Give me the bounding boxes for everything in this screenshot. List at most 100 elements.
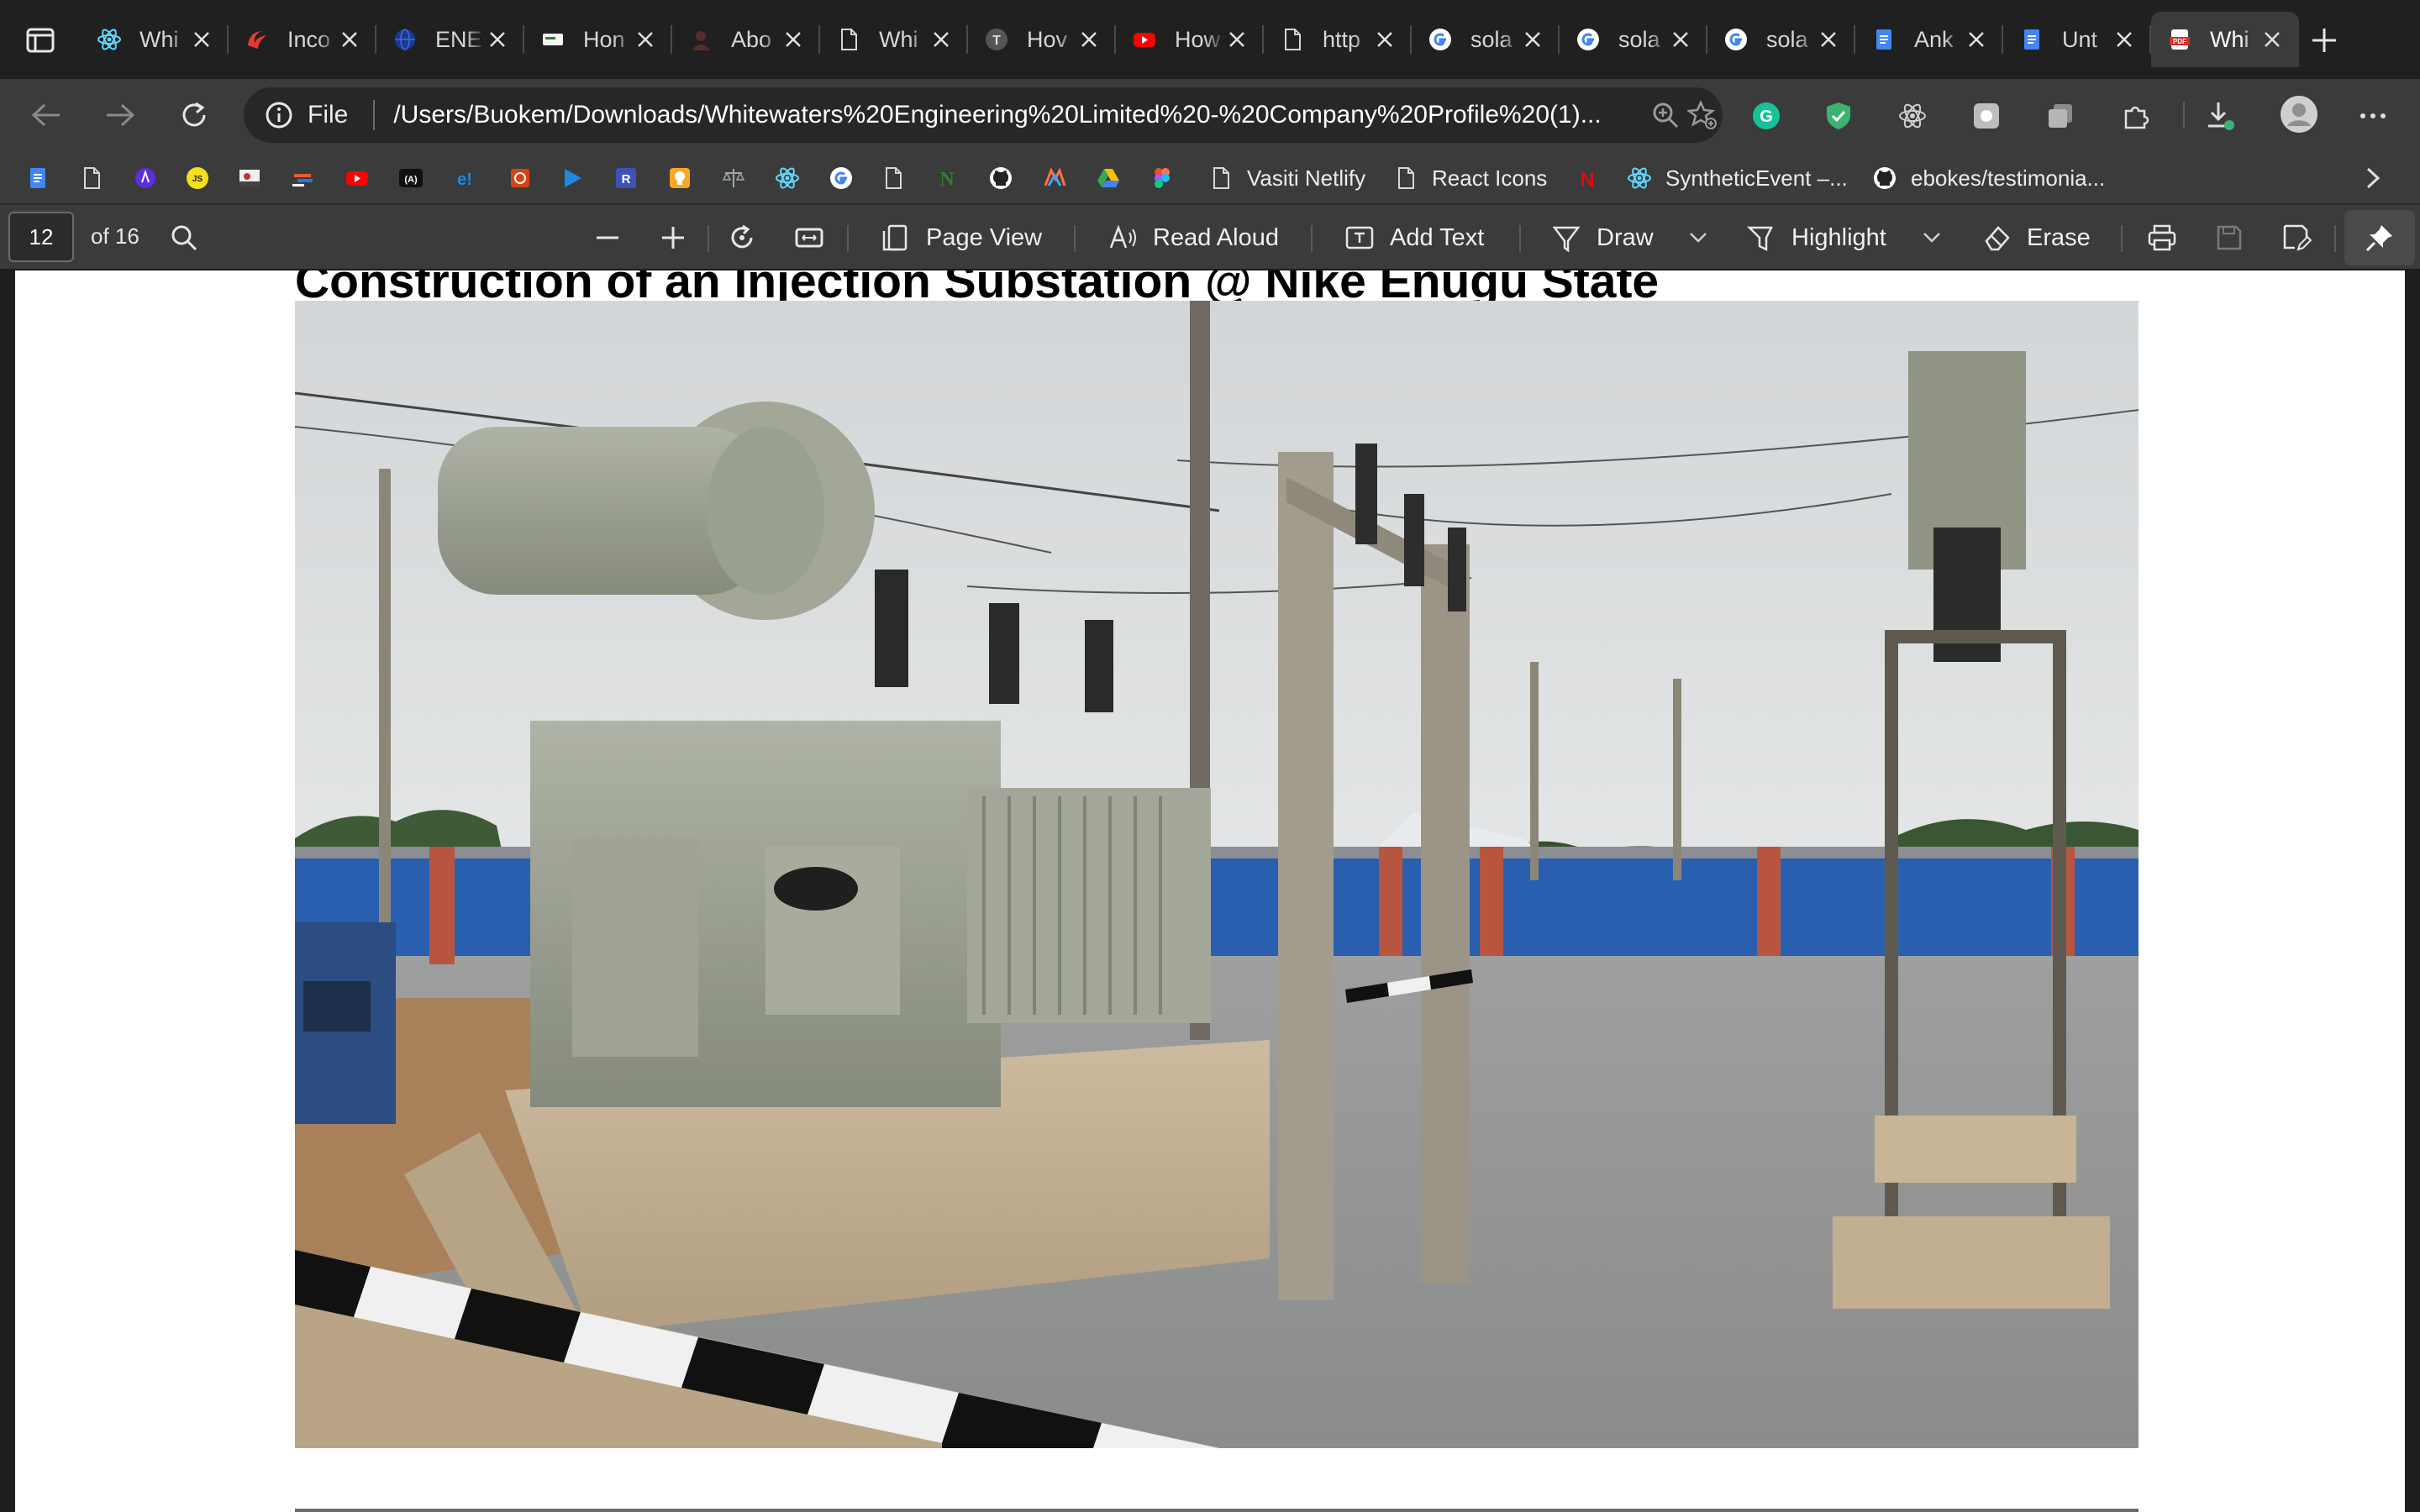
browser-tab[interactable]: Ank xyxy=(1855,12,2003,67)
page-number-input[interactable]: 12 xyxy=(8,212,74,262)
draw-options-chevron-down-icon[interactable] xyxy=(1686,225,1711,250)
close-icon[interactable] xyxy=(1965,28,1988,51)
react-devtools-extension-icon[interactable] xyxy=(1894,97,1931,134)
close-icon[interactable] xyxy=(781,28,805,51)
downloads-icon[interactable] xyxy=(2202,97,2238,134)
bookmark-item[interactable]: N xyxy=(933,163,961,193)
draw-button[interactable]: Draw xyxy=(1549,217,1654,259)
tab-title: Inco xyxy=(287,26,331,52)
bookmark-item[interactable]: JS xyxy=(183,163,212,193)
browser-tab[interactable]: How xyxy=(1116,12,1264,67)
close-icon[interactable] xyxy=(634,28,657,51)
youtube-icon xyxy=(1131,26,1158,53)
pdf-viewport[interactable]: Construction of an Injection Substation … xyxy=(0,270,2420,1512)
fit-to-page-icon[interactable] xyxy=(792,220,827,255)
read-aloud-label: Read Aloud xyxy=(1153,223,1279,251)
save-as-icon[interactable] xyxy=(2279,220,2314,255)
forward-button[interactable] xyxy=(101,96,139,134)
close-icon[interactable] xyxy=(1225,28,1249,51)
bookmark-item[interactable] xyxy=(773,163,802,193)
bookmark-item[interactable]: Vasiti Netlify xyxy=(1207,163,1365,193)
close-icon[interactable] xyxy=(338,28,361,51)
print-icon[interactable] xyxy=(2144,220,2180,255)
extensions-puzzle-icon[interactable] xyxy=(2118,97,2154,134)
tab-actions-button[interactable] xyxy=(20,24,60,57)
zoom-out-icon[interactable] xyxy=(590,220,625,255)
save-icon[interactable] xyxy=(2212,220,2247,255)
bookmarks-overflow-chevron[interactable] xyxy=(2363,163,2383,193)
browser-tab[interactable]: PDF Whi xyxy=(2151,12,2299,67)
bookmark-item[interactable]: R xyxy=(612,163,640,193)
bookmark-item[interactable] xyxy=(77,163,106,193)
grammarly-extension-icon[interactable]: G xyxy=(1748,97,1785,134)
new-tab-button[interactable] xyxy=(2306,24,2343,57)
pin-toolbar-button[interactable] xyxy=(2344,210,2415,265)
close-icon[interactable] xyxy=(486,28,509,51)
collections-extension-icon[interactable] xyxy=(2042,97,2079,134)
more-options-icon[interactable] xyxy=(2354,97,2391,134)
bookmark-item[interactable] xyxy=(986,163,1015,193)
highlight-button[interactable]: Highlight xyxy=(1744,217,1886,259)
browser-tab[interactable]: sola xyxy=(1412,12,1560,67)
bookmark-item[interactable]: N xyxy=(1573,163,1602,193)
close-icon[interactable] xyxy=(1373,28,1397,51)
bookmark-item[interactable] xyxy=(289,163,318,193)
favorite-add-icon[interactable] xyxy=(1686,98,1719,132)
bookmark-item[interactable] xyxy=(506,163,534,193)
back-button[interactable] xyxy=(27,96,66,134)
add-text-button[interactable]: Add Text xyxy=(1343,217,1484,259)
browser-tab[interactable]: Hon xyxy=(524,12,672,67)
rotate-icon[interactable] xyxy=(724,220,760,255)
bookmark-item[interactable]: React Icons xyxy=(1392,163,1547,193)
close-icon[interactable] xyxy=(1077,28,1101,51)
bookmark-item[interactable] xyxy=(827,163,855,193)
bookmark-item[interactable] xyxy=(558,163,587,193)
bookmark-item[interactable] xyxy=(1094,163,1123,193)
url-text[interactable]: /Users/Buokem/Downloads/Whitewaters%20En… xyxy=(393,101,1603,129)
browser-tab[interactable]: Inco xyxy=(229,12,376,67)
bookmark-item[interactable] xyxy=(879,163,908,193)
page-view-button[interactable]: Page View xyxy=(879,217,1042,259)
browser-tab[interactable]: Unt xyxy=(2003,12,2151,67)
bookmark-item[interactable] xyxy=(1040,163,1069,193)
bookmark-item[interactable] xyxy=(24,163,52,193)
zoom-in-icon[interactable] xyxy=(655,220,691,255)
bookmark-item[interactable] xyxy=(131,163,160,193)
reload-button[interactable] xyxy=(175,96,213,134)
profile-avatar[interactable] xyxy=(2277,92,2321,136)
shield-extension-icon[interactable] xyxy=(1820,97,1857,134)
browser-tab[interactable]: sola xyxy=(1707,12,1855,67)
bookmark-item[interactable]: e! xyxy=(450,163,479,193)
site-info-icon[interactable] xyxy=(262,98,296,132)
highlight-options-chevron-down-icon[interactable] xyxy=(1919,225,1944,250)
bookmark-item[interactable] xyxy=(235,163,264,193)
screenshot-extension-icon[interactable] xyxy=(1968,97,2005,134)
close-icon[interactable] xyxy=(190,28,213,51)
browser-tab[interactable]: sola xyxy=(1560,12,1707,67)
bookmark-item[interactable] xyxy=(666,163,694,193)
add-text-label: Add Text xyxy=(1390,223,1485,251)
browser-tab[interactable]: ENE xyxy=(376,12,524,67)
close-icon[interactable] xyxy=(2112,28,2136,51)
browser-tab[interactable]: Whi xyxy=(81,12,229,67)
bookmark-item[interactable] xyxy=(1148,163,1176,193)
zoom-icon[interactable] xyxy=(1649,98,1682,132)
close-icon[interactable] xyxy=(1521,28,1544,51)
close-icon[interactable] xyxy=(1669,28,1692,51)
bookmark-item[interactable]: (A) xyxy=(397,163,425,193)
search-icon[interactable] xyxy=(166,220,202,255)
bookmark-item[interactable] xyxy=(719,163,748,193)
browser-tab[interactable]: Whi xyxy=(820,12,968,67)
close-icon[interactable] xyxy=(2260,28,2284,51)
browser-tab[interactable]: http xyxy=(1264,12,1412,67)
bookmark-item[interactable]: ebokes/testimonia... xyxy=(1870,163,2105,193)
browser-tab[interactable]: T Hov xyxy=(968,12,1116,67)
address-bar[interactable]: File /Users/Buokem/Downloads/Whitewaters… xyxy=(244,87,1723,143)
browser-tab[interactable]: Abo xyxy=(672,12,820,67)
close-icon[interactable] xyxy=(1817,28,1840,51)
bookmark-item[interactable]: SyntheticEvent –... xyxy=(1625,163,1848,193)
close-icon[interactable] xyxy=(929,28,953,51)
read-aloud-button[interactable]: Read Aloud xyxy=(1106,217,1279,259)
erase-button[interactable]: Erase xyxy=(1980,217,2091,259)
bookmark-item[interactable] xyxy=(343,163,371,193)
